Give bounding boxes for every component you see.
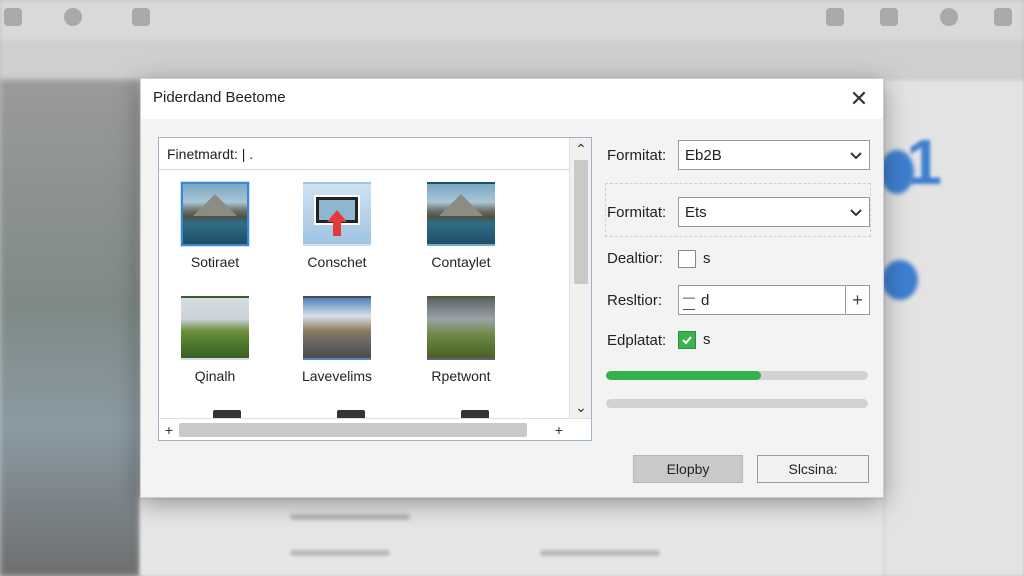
partial-file-icon: [337, 410, 365, 418]
increment-button[interactable]: +: [846, 285, 870, 315]
progress-fill: [606, 371, 761, 380]
scroll-right-icon[interactable]: +: [549, 419, 569, 441]
dealution-checkbox[interactable]: [678, 250, 696, 268]
file-tile[interactable]: Lavevelims: [287, 296, 387, 384]
background-bottom-panel: [140, 498, 884, 576]
dialog-title: Piderdand Beetome: [153, 89, 286, 106]
file-tile[interactable]: Qinalh: [165, 296, 265, 384]
plus-icon: +: [852, 289, 863, 310]
format-label: Formitat:: [607, 147, 667, 164]
file-label: Rpetwont: [431, 368, 491, 384]
dialog-titlebar: Piderdand Beetome ✕: [141, 79, 883, 119]
horizontal-scrollbar[interactable]: + +: [159, 418, 591, 440]
check-icon: [682, 336, 692, 345]
dealution-label: Dealtior:: [607, 250, 663, 267]
resolution-label: Resltior:: [607, 292, 663, 309]
scrollbar-thumb[interactable]: [179, 423, 527, 437]
scroll-down-icon[interactable]: ⌄: [570, 396, 592, 418]
mountain-lake-thumbnail: [427, 182, 495, 246]
progress-bar: [606, 371, 868, 380]
minus-icon[interactable]: —: [683, 290, 695, 310]
format-label: Formitat:: [607, 204, 667, 221]
file-tile[interactable]: Contaylet: [411, 182, 511, 270]
dealution-suffix: s: [703, 250, 711, 267]
file-label: Contaylet: [431, 254, 491, 270]
format-select[interactable]: Eb2B: [678, 140, 870, 170]
resolution-value: d: [701, 292, 710, 309]
scrollbar-thumb[interactable]: [574, 160, 588, 284]
background-photo: [0, 80, 140, 576]
green-field-thumbnail: [181, 296, 249, 360]
format-select[interactable]: Ets: [678, 197, 870, 227]
mountain-lake-thumbnail: [181, 182, 249, 246]
apply-button[interactable]: Elopby: [633, 455, 743, 483]
secondary-button[interactable]: Slcsina:: [757, 455, 869, 483]
upload-thumbnail: [303, 182, 371, 246]
export-dialog: Piderdand Beetome ✕ Finetmardt: | . Soti…: [140, 78, 884, 498]
cloudy-field-thumbnail: [427, 296, 495, 360]
background-toolbar: [0, 8, 1024, 32]
edplatat-label: Edplatat:: [607, 332, 667, 349]
file-label: Lavevelims: [301, 368, 373, 384]
file-label: Qinalh: [194, 368, 236, 384]
partial-file-icon: [213, 410, 241, 418]
export-settings: Formitat: Eb2B Formitat: Ets Dealtior: s…: [605, 137, 871, 437]
scroll-left-icon[interactable]: +: [159, 419, 179, 441]
background-number: 1: [906, 126, 942, 198]
thumbnail-grid: Sotiraet Conschet Contaylet Qinalh Lavev…: [159, 170, 569, 418]
edplatat-checkbox[interactable]: [678, 331, 696, 349]
file-label: Conschet: [307, 254, 367, 270]
vertical-scrollbar[interactable]: ⌃ ⌄: [569, 138, 591, 418]
close-button[interactable]: ✕: [845, 85, 873, 113]
format-value: Eb2B: [685, 147, 722, 164]
file-tile[interactable]: Sotiraet: [165, 182, 265, 270]
chevron-down-icon: [849, 202, 863, 225]
file-browser: Finetmardt: | . Sotiraet Conschet Contay…: [158, 137, 592, 441]
road-landscape-thumbnail: [303, 296, 371, 360]
edplatat-suffix: s: [703, 331, 711, 348]
chevron-down-icon: [849, 145, 863, 168]
partial-file-icon: [461, 410, 489, 418]
upload-arrow-icon: [314, 195, 360, 236]
scroll-up-icon[interactable]: ⌃: [570, 138, 592, 160]
path-field[interactable]: Finetmardt: | .: [159, 138, 569, 170]
file-tile[interactable]: Conschet: [287, 182, 387, 270]
file-label: Sotiraet: [190, 254, 240, 270]
file-tile[interactable]: Rpetwont: [411, 296, 511, 384]
background-blue-shape: [882, 260, 918, 300]
close-icon: ✕: [849, 86, 869, 111]
format-value: Ets: [685, 204, 707, 221]
progress-bar: [606, 399, 868, 408]
resolution-input[interactable]: — d: [678, 285, 846, 315]
